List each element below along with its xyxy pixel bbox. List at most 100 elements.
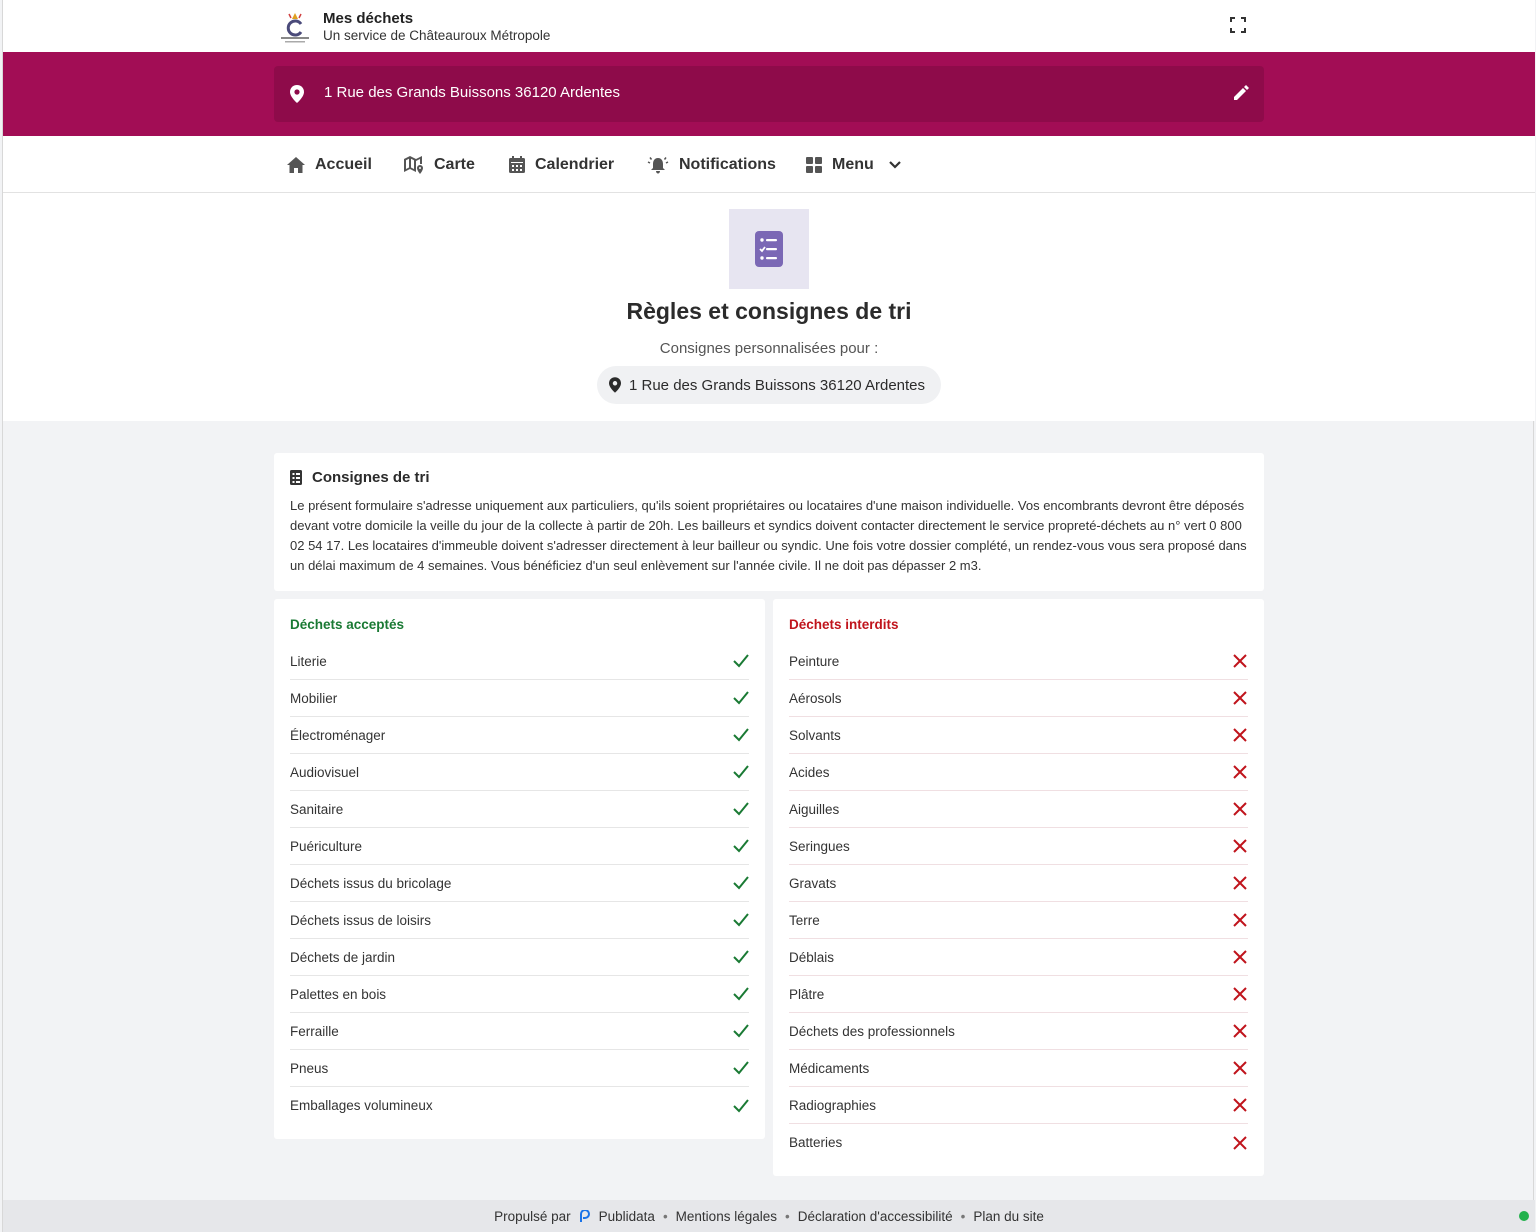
document-list-icon [290, 470, 302, 485]
map-icon [404, 155, 423, 174]
cross-icon [1233, 691, 1247, 705]
legal-link[interactable]: Mentions légales [676, 1209, 777, 1224]
item-label: Sanitaire [290, 801, 344, 817]
check-icon [733, 654, 749, 668]
location-pin-icon [609, 377, 621, 393]
item-label: Palettes en bois [290, 986, 387, 1002]
nav-label: Menu [832, 155, 874, 173]
item-label: Seringues [789, 838, 850, 854]
nav-label: Carte [434, 155, 475, 173]
accepted-item: Literie [290, 643, 749, 680]
forbidden-item: Aiguilles [789, 791, 1248, 828]
accepted-item: Pneus [290, 1050, 749, 1087]
check-icon [733, 913, 749, 927]
forbidden-item: Déchets des professionnels [789, 1013, 1248, 1050]
accepted-item: Emballages volumineux [290, 1087, 749, 1124]
forbidden-item: Aérosols [789, 680, 1248, 717]
nav-accueil[interactable]: Accueil [287, 136, 372, 193]
cross-icon [1233, 1024, 1247, 1038]
sitemap-link[interactable]: Plan du site [973, 1209, 1044, 1224]
forbidden-item: Déblais [789, 939, 1248, 976]
accepted-list: Literie Mobilier Électroménager Audiovisuel… [290, 643, 749, 1124]
item-label: Déchets des professionnels [789, 1023, 955, 1039]
page-title: Règles et consignes de tri [626, 298, 912, 324]
address-selector[interactable]: 1 Rue des Grands Buissons 36120 Ardentes [274, 66, 1264, 122]
accessibility-link[interactable]: Déclaration d'accessibilité [798, 1209, 953, 1224]
checklist-icon [755, 231, 783, 267]
item-label: Emballages volumineux [290, 1098, 433, 1113]
check-icon [733, 1061, 749, 1075]
item-label: Gravats [789, 875, 837, 891]
accepted-item: Mobilier [290, 680, 749, 717]
item-label: Plâtre [789, 986, 825, 1002]
nav-label: Calendrier [535, 155, 615, 173]
cross-icon [1233, 839, 1247, 853]
check-icon [733, 876, 749, 890]
chateauroux-logo [277, 10, 313, 44]
bell-icon [647, 156, 669, 173]
cross-icon [1233, 802, 1247, 816]
nav-menu[interactable]: Menu [806, 136, 902, 193]
nav-notifications[interactable]: Notifications [647, 136, 776, 193]
accepted-item: Palettes en bois [290, 976, 749, 1013]
cross-icon [1233, 913, 1247, 927]
forbidden-item: Peinture [789, 643, 1248, 680]
fullscreen-icon [1230, 17, 1246, 33]
item-label: Peinture [789, 653, 840, 669]
item-label: Mobilier [290, 690, 338, 706]
fullscreen-button[interactable] [1227, 14, 1249, 36]
item-label: Médicaments [789, 1060, 870, 1076]
footer-separator: • [784, 1208, 790, 1224]
card-title: Consignes de tri [312, 469, 430, 486]
card-header: Consignes de tri [290, 469, 430, 486]
pencil-icon[interactable] [1232, 84, 1250, 102]
item-label: Déchets issus du bricolage [290, 875, 452, 891]
app-title: Mes déchets [323, 10, 414, 27]
cross-icon [1233, 1135, 1247, 1150]
chevron-down-icon [889, 160, 901, 169]
check-icon [733, 728, 749, 742]
forbidden-list: Peinture Aérosols Solvants Acides Aiguilles S… [789, 643, 1248, 1161]
cross-icon [1233, 987, 1247, 1001]
nav-carte[interactable]: Carte [404, 136, 475, 193]
top-bar: Mes déchets Un service de Châteauroux Mé… [3, 0, 1535, 52]
item-label: Literie [290, 653, 327, 669]
publidata-link[interactable]: Publidata [599, 1209, 655, 1224]
cross-icon [1233, 1098, 1247, 1112]
check-icon [733, 1024, 749, 1038]
nav-label: Accueil [315, 155, 372, 173]
accepted-item: Électroménager [290, 717, 749, 754]
app-subtitle: Un service de Châteauroux Métropole [323, 28, 551, 43]
publidata-logo-icon [579, 1210, 591, 1222]
cross-icon [1233, 728, 1247, 742]
accepted-item: Audiovisuel [290, 754, 749, 791]
forbidden-title: Déchets interdits [789, 617, 899, 632]
forbidden-item: Seringues [789, 828, 1248, 865]
home-icon [287, 156, 305, 173]
footer-separator: • [662, 1208, 668, 1224]
item-label: Terre [789, 912, 820, 928]
item-label: Ferraille [290, 1023, 339, 1039]
check-icon [733, 765, 749, 779]
accepted-item: Déchets issus de loisirs [290, 902, 749, 939]
address-band: 1 Rue des Grands Buissons 36120 Ardentes [3, 52, 1535, 136]
page-hero: Règles et consignes de tri Consignes per… [3, 193, 1535, 421]
check-icon [733, 950, 749, 964]
accepted-title: Déchets acceptés [290, 617, 405, 632]
accepted-item: Sanitaire [290, 791, 749, 828]
footer: Propulsé par Publidata • Mentions légale… [3, 1200, 1535, 1232]
forbidden-item: Acides [789, 754, 1248, 791]
footer-separator: • [960, 1208, 966, 1224]
check-icon [733, 987, 749, 1001]
cross-icon [1233, 1061, 1247, 1075]
cross-icon [1233, 876, 1247, 890]
nav-calendrier[interactable]: Calendrier [509, 136, 614, 193]
cross-icon [1233, 765, 1247, 779]
grid-icon [806, 156, 822, 173]
calendar-icon [509, 156, 525, 173]
sorting-info-text: Le présent formulaire s'adresse uniqueme… [290, 498, 1247, 573]
main-nav: Accueil Carte Calendrier Notifications M… [3, 136, 1535, 193]
check-icon [733, 1098, 749, 1112]
forbidden-item: Solvants [789, 717, 1248, 754]
location-pin-icon [290, 85, 304, 103]
